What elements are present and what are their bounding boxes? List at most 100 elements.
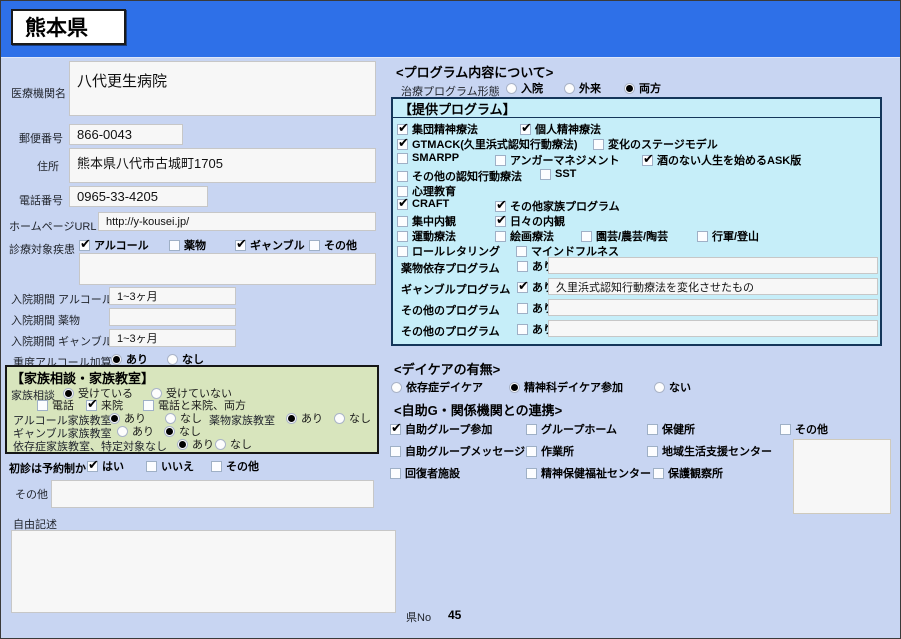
- checkbox-icon: [495, 154, 506, 166]
- family-nospecific-no[interactable]: なし: [215, 436, 252, 452]
- phone-field[interactable]: 0965-33-4205: [69, 186, 208, 207]
- program-sst[interactable]: SST: [540, 168, 576, 180]
- checkbox-icon: [540, 168, 551, 180]
- first-visit-yes[interactable]: はい: [87, 457, 124, 474]
- program-gtmack[interactable]: GTMACK(久里浜式認知行動療法): [397, 135, 578, 152]
- radio-icon: [564, 82, 575, 94]
- checkbox-icon: [653, 467, 664, 479]
- family-mode-phone[interactable]: 電話: [37, 397, 74, 413]
- checkbox-icon: [517, 302, 528, 314]
- checkbox-icon: [495, 230, 506, 242]
- disease-note-field[interactable]: [79, 253, 376, 285]
- disease-gambling[interactable]: ギャンブル: [235, 236, 305, 253]
- coop-self-help-message[interactable]: 自助グループメッセージ: [390, 443, 525, 459]
- treatment-form-inpatient[interactable]: 入院: [506, 80, 543, 96]
- coop-group-home[interactable]: グループホーム: [526, 421, 617, 437]
- program-individual-psychotherapy[interactable]: 個人精神療法: [520, 120, 601, 137]
- gambling-program-label: ギャンブルプログラム: [401, 284, 511, 296]
- stay-alcohol-field[interactable]: 1~3ヶ月: [109, 287, 236, 305]
- checkbox-icon: [642, 151, 654, 167]
- free-text-area[interactable]: [11, 530, 396, 613]
- program-hiking[interactable]: 行軍/登山: [697, 228, 759, 244]
- coop-probation-office[interactable]: 保護観察所: [653, 465, 723, 481]
- checkbox-icon: [211, 460, 222, 472]
- treatment-form-both[interactable]: 両方: [624, 80, 661, 96]
- checkbox-icon: [79, 236, 91, 252]
- coop-note-field[interactable]: [793, 439, 891, 514]
- program-exercise-therapy[interactable]: 運動療法: [397, 228, 456, 244]
- stay-drug-field[interactable]: [109, 308, 236, 326]
- program-ask-version[interactable]: 酒のない人生を始めるASK版: [642, 151, 801, 168]
- program-intensive-naikan[interactable]: 集中内観: [397, 213, 456, 229]
- family-nospecific-yes[interactable]: あり: [177, 436, 214, 452]
- address-label: 住所: [37, 161, 59, 173]
- coop-workshop[interactable]: 作業所: [526, 443, 574, 459]
- drug-program-field[interactable]: [548, 257, 878, 274]
- radio-icon: [167, 353, 178, 365]
- coop-recovery-facility[interactable]: 回復者施設: [390, 465, 460, 481]
- program-other-cbt[interactable]: その他の認知行動療法: [397, 168, 522, 184]
- program-daily-naikan[interactable]: 日々の内観: [495, 212, 565, 229]
- checkbox-icon: [520, 120, 532, 136]
- daycare-none[interactable]: ない: [654, 379, 691, 395]
- daycare-psychiatric[interactable]: 精神科デイケア参加: [509, 379, 623, 395]
- checkbox-icon: [87, 457, 99, 473]
- treatment-form-outpatient[interactable]: 外来: [564, 80, 601, 96]
- program-craft[interactable]: CRAFT: [397, 195, 449, 211]
- checkbox-icon: [390, 445, 401, 457]
- org-field[interactable]: 八代更生病院: [69, 61, 376, 116]
- prefecture-name: 熊本県: [25, 17, 88, 40]
- form-page: 熊本県 医療機関名 八代更生病院 郵便番号 866-0043 住所 熊本県八代市…: [0, 0, 901, 639]
- daycare-addiction[interactable]: 依存症デイケア: [391, 379, 483, 395]
- other-field[interactable]: [51, 480, 374, 508]
- gambling-program-field[interactable]: 久里浜式認知行動療法を変化させたもの: [548, 278, 878, 295]
- coop-community-support-center[interactable]: 地域生活支援センター: [647, 443, 772, 459]
- program-horticulture[interactable]: 園芸/農芸/陶芸: [581, 228, 668, 244]
- program-art-therapy[interactable]: 絵画療法: [495, 228, 554, 244]
- first-visit-label: 初診は予約制か: [9, 463, 86, 475]
- radio-icon: [165, 412, 176, 424]
- address-field[interactable]: 熊本県八代市古城町1705: [69, 148, 376, 183]
- first-visit-no[interactable]: いいえ: [146, 458, 194, 474]
- program-other-family[interactable]: その他家族プログラム: [495, 197, 620, 214]
- checkbox-icon: [397, 230, 408, 242]
- family-drug-class-no[interactable]: なし: [334, 410, 371, 426]
- disease-alcohol[interactable]: アルコール: [79, 236, 149, 253]
- program-group-psychotherapy[interactable]: 集団精神療法: [397, 120, 478, 137]
- checkbox-icon: [495, 197, 507, 213]
- coop-health-center[interactable]: 保健所: [647, 421, 695, 437]
- coop-other[interactable]: その他: [780, 421, 828, 437]
- disease-label: 診療対象疾患: [9, 244, 75, 256]
- org-label: 医療機関名: [11, 88, 66, 100]
- radio-icon: [509, 381, 520, 393]
- coop-mental-health-welfare-center[interactable]: 精神保健福祉センター: [526, 465, 651, 481]
- postal-field[interactable]: 866-0043: [69, 124, 183, 145]
- radio-icon: [177, 438, 188, 450]
- program-smarpp[interactable]: SMARPP: [397, 152, 459, 164]
- disease-other[interactable]: その他: [309, 237, 357, 253]
- checkbox-icon: [390, 467, 401, 479]
- coop-self-help-group[interactable]: 自助グループ参加: [390, 420, 492, 437]
- checkbox-icon: [581, 230, 592, 242]
- checkbox-icon: [37, 399, 48, 411]
- family-gambling-class-yes[interactable]: あり: [117, 423, 154, 439]
- disease-drug[interactable]: 薬物: [169, 237, 206, 253]
- drug-program-label: 薬物依存プログラム: [401, 263, 500, 275]
- stay-alcohol-label: 入院期間 アルコール: [11, 294, 113, 306]
- radio-icon: [391, 381, 402, 393]
- first-visit-other[interactable]: その他: [211, 458, 259, 474]
- family-drug-class-yes[interactable]: あり: [286, 410, 323, 426]
- program-anger-management[interactable]: アンガーマネジメント: [495, 152, 620, 168]
- url-field[interactable]: http://y-kousei.jp/: [98, 212, 376, 231]
- other-program2-field[interactable]: [548, 320, 878, 337]
- program-stage-of-change[interactable]: 変化のステージモデル: [593, 136, 718, 152]
- checkbox-icon: [390, 420, 402, 436]
- stay-gambling-label: 入院期間 ギャンブル: [11, 336, 113, 348]
- header-banner: 熊本県: [1, 1, 900, 58]
- program-role-lettering[interactable]: ロールレタリング: [397, 243, 500, 259]
- family-drug-class-label: 薬物家族教室: [209, 415, 275, 427]
- stay-gambling-field[interactable]: 1~3ヶ月: [109, 329, 236, 347]
- other-program1-field[interactable]: [548, 299, 878, 316]
- radio-icon: [654, 381, 665, 393]
- radio-icon: [117, 425, 128, 437]
